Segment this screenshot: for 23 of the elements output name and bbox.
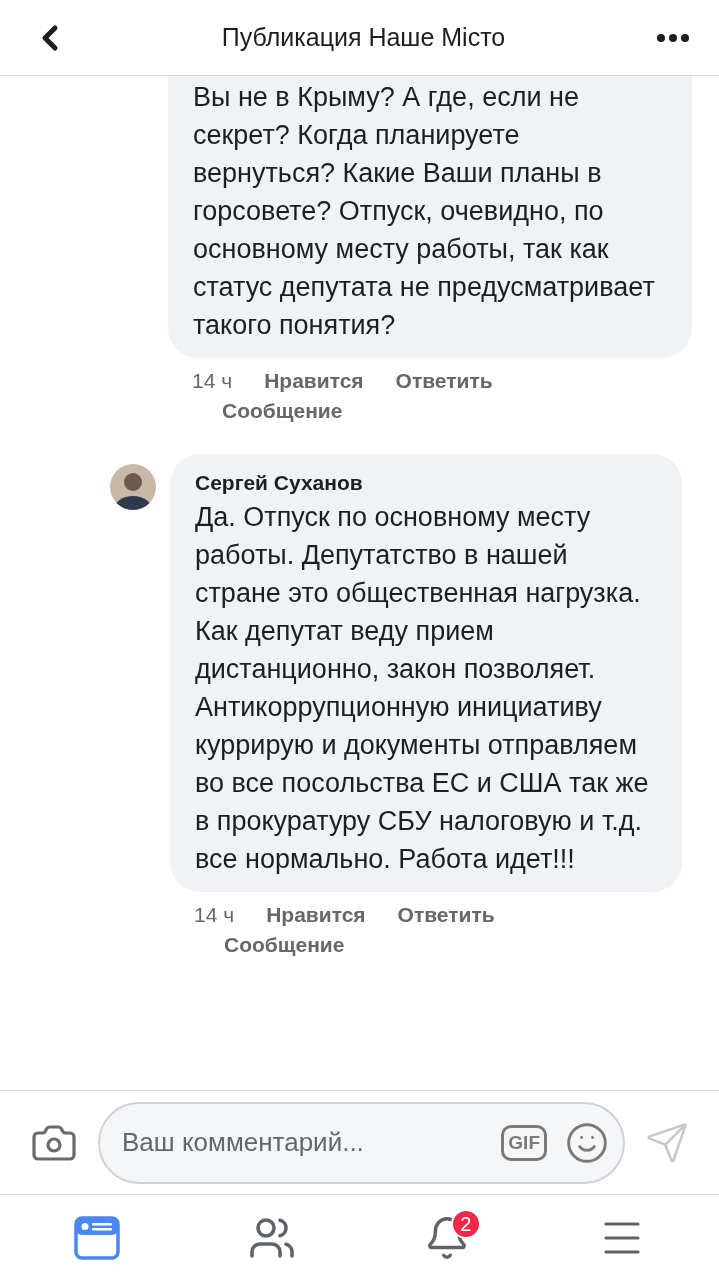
avatar[interactable]	[110, 464, 156, 510]
comment-author[interactable]: Сергей Суханов	[195, 468, 657, 498]
notification-badge: 2	[450, 1208, 481, 1239]
news-feed-icon	[74, 1215, 121, 1260]
emoji-button[interactable]	[565, 1120, 609, 1165]
comment-action-link[interactable]: Ответить	[397, 900, 495, 930]
comment-action-link[interactable]: Нравится	[264, 366, 364, 396]
comment-action-link[interactable]: Нравится	[266, 900, 366, 930]
page-title: Публикация Наше Місто	[220, 21, 507, 53]
more-icon	[657, 33, 689, 42]
gif-button[interactable]: GIF	[501, 1124, 547, 1161]
comment-action-link[interactable]: Сообщение	[224, 930, 345, 960]
send-icon	[645, 1120, 689, 1165]
comment-input[interactable]: Ваш комментарий...	[122, 1123, 484, 1162]
comment-input-field[interactable]: Ваш комментарий... GIF	[98, 1101, 625, 1184]
comment-action-link[interactable]: Сообщение	[222, 396, 343, 426]
smiley-icon	[565, 1120, 609, 1165]
comment-action-link[interactable]: Ответить	[395, 366, 493, 396]
comment-time: 14 ч	[194, 902, 235, 928]
comment-text: Вы не в Крыму? А где, если не секрет? Когда планируете вернуться? Какие Ваши планы в горсовете? Отпуск, очевидно, по основному месту работы, так как статус депутата не предусматривает такого понятия?	[193, 81, 656, 342]
comment-time: 14 ч	[192, 368, 233, 394]
more-options-button[interactable]	[657, 33, 689, 42]
comment-text: Да. Отпуск по основному месту работы. Депутатство в нашей стране это общественная нагрузка. Как депутат веду прием дистанционно, закон позволяет. Антикоррупционную инициативу куррирую и документы отправляем во все посольства ЕС и США так же в прокуратуру СБУ налоговую и т.д. все нормально. Работа идет!!!	[195, 501, 650, 876]
